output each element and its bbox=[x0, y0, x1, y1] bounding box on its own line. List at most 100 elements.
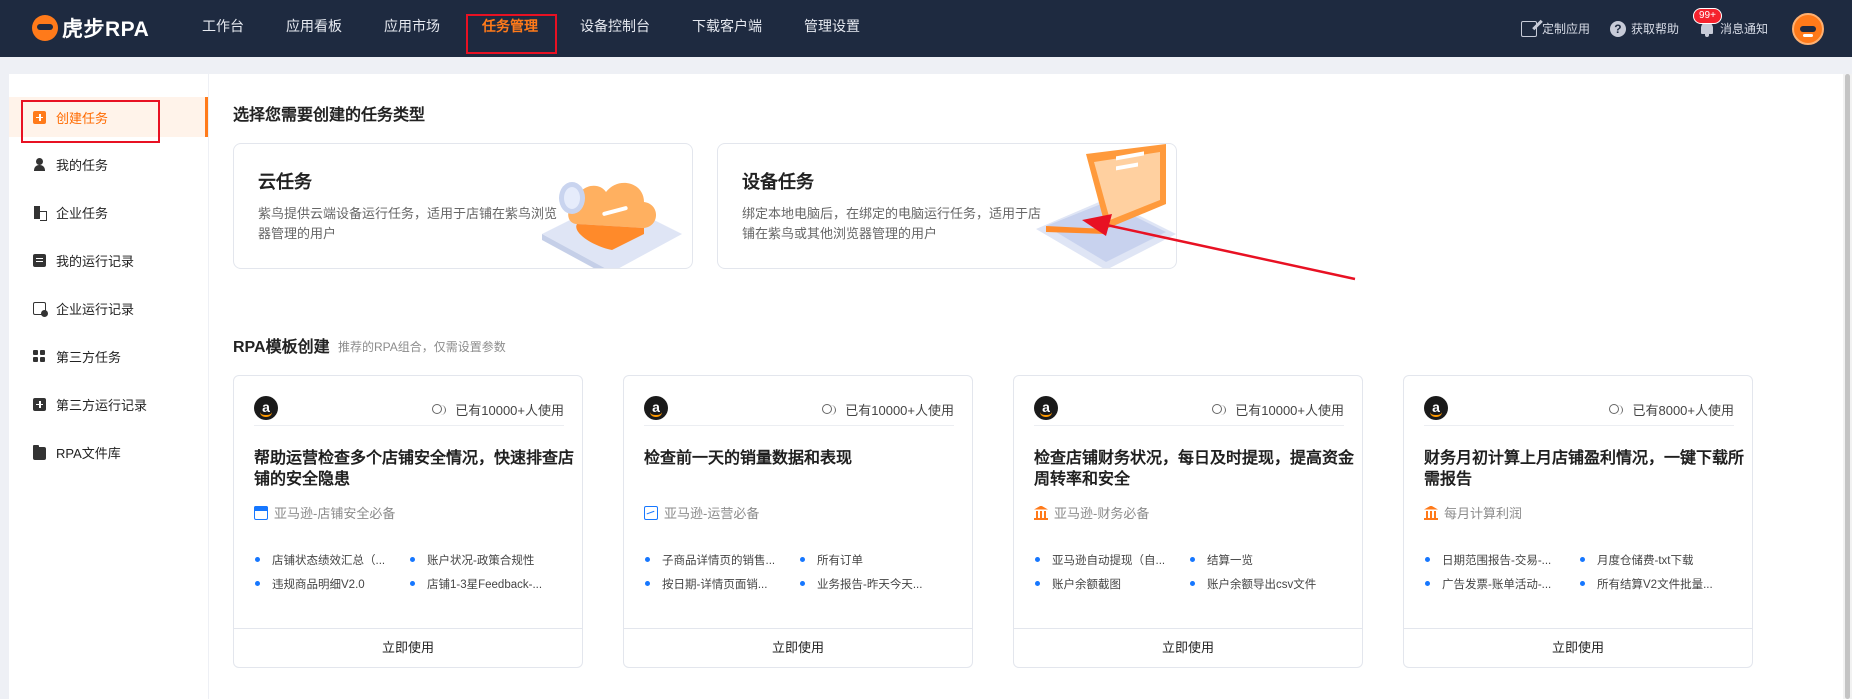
scrollbar[interactable] bbox=[1843, 74, 1852, 699]
sidebar-item-my-tasks[interactable]: 我的任务 bbox=[9, 144, 208, 184]
usage-count: 已有10000+人使用 bbox=[822, 400, 954, 419]
template-tag-label: 每月计算利润 bbox=[1444, 506, 1523, 521]
list-item: 亚马逊自动提现（自... bbox=[1034, 552, 1189, 568]
template-title: 帮助运营检查多个店铺安全情况，快速排查店铺的安全隐患 bbox=[254, 450, 575, 488]
sidebar-item-enterprise-run-records[interactable]: 企业运行记录 bbox=[9, 288, 208, 328]
feature-list: 日期范围报告-交易-... 月度仓储费-txt下载 广告发票-账单活动-... … bbox=[1424, 552, 1744, 592]
list-item: 按日期-详情页面销... bbox=[644, 576, 799, 592]
card-header: a 已有10000+人使用 bbox=[644, 396, 954, 426]
sidebar-item-label: 第三方任务 bbox=[56, 349, 122, 365]
notifications-link[interactable]: 99+ 消息通知 bbox=[1692, 7, 1768, 37]
custom-app-link[interactable]: 定制应用 bbox=[1520, 20, 1590, 37]
help-icon: ? bbox=[1609, 20, 1626, 37]
logo[interactable]: 虎步RPA bbox=[32, 10, 149, 46]
usage-count-label: 已有10000+人使用 bbox=[1235, 403, 1344, 418]
avatar[interactable] bbox=[1792, 12, 1824, 45]
amazon-logo-icon: a bbox=[1034, 396, 1058, 420]
sidebar-item-rpa-file-library[interactable]: RPA文件库 bbox=[9, 432, 208, 472]
list-item: 店铺1-3星Feedback-... bbox=[409, 576, 564, 592]
list-item: 月度仓储费-txt下载 bbox=[1579, 552, 1734, 568]
plus-square-icon bbox=[33, 110, 46, 124]
card-header: a 已有10000+人使用 bbox=[1034, 396, 1344, 426]
building-icon bbox=[33, 205, 47, 221]
list-item: 账户余额导出csv文件 bbox=[1189, 576, 1344, 592]
template-card[interactable]: a 已有10000+人使用 检查店铺财务状况，每日及时提现，提高资金周转率和安全… bbox=[1013, 375, 1363, 668]
use-now-button[interactable]: 立即使用 bbox=[1014, 628, 1362, 667]
sidebar-item-label: RPA文件库 bbox=[56, 445, 121, 461]
nav-app-dashboard[interactable]: 应用看板 bbox=[268, 0, 360, 57]
top-nav-bar: 虎步RPA 工作台 应用看板 应用市场 任务管理 设备控制台 下载客户端 管理设… bbox=[0, 0, 1852, 57]
card-description: 绑定本地电脑后，在绑定的电脑运行任务，适用于店铺在紫鸟或其他浏览器管理的用户 bbox=[742, 206, 1042, 241]
grid-icon bbox=[33, 349, 46, 363]
users-icon bbox=[1212, 403, 1227, 416]
user-icon bbox=[33, 157, 46, 171]
highlight-box bbox=[466, 14, 557, 54]
template-tag: 每月计算利润 bbox=[1424, 503, 1522, 522]
template-heading: RPA模板创建 bbox=[233, 339, 330, 356]
nav-admin-settings[interactable]: 管理设置 bbox=[786, 0, 878, 57]
bank-icon bbox=[1424, 506, 1438, 520]
template-title: 检查前一天的销量数据和表现 bbox=[644, 450, 853, 467]
task-type-heading: 选择您需要创建的任务类型 bbox=[233, 107, 426, 124]
nav-workbench[interactable]: 工作台 bbox=[184, 0, 262, 57]
sidebar-item-label: 企业任务 bbox=[56, 205, 109, 221]
scrollbar-thumb[interactable] bbox=[1845, 74, 1850, 699]
sidebar: 创建任务 我的任务 企业任务 我的运行记录 企业运行记录 第三方任务 第三方运行… bbox=[9, 74, 208, 699]
card-description: 紫鸟提供云端设备运行任务，适用于店铺在紫鸟浏览器管理的用户 bbox=[258, 206, 558, 241]
template-tag-label: 亚马逊-店铺安全必备 bbox=[274, 506, 396, 521]
clipboard-icon bbox=[33, 253, 46, 267]
sidebar-item-label: 第三方运行记录 bbox=[56, 397, 148, 413]
nav-download-client[interactable]: 下载客户端 bbox=[674, 0, 780, 57]
nav-app-market[interactable]: 应用市场 bbox=[366, 0, 458, 57]
plus-box-icon bbox=[33, 397, 46, 411]
notification-badge: 99+ bbox=[1692, 7, 1722, 24]
sidebar-item-label: 创建任务 bbox=[56, 110, 109, 126]
sidebar-item-third-party-run-records[interactable]: 第三方运行记录 bbox=[9, 384, 208, 424]
template-tag: 亚马逊-运营必备 bbox=[644, 503, 759, 522]
folder-icon bbox=[33, 444, 46, 460]
card-title: 设备任务 bbox=[742, 172, 814, 192]
template-tag: 亚马逊-财务必备 bbox=[1034, 503, 1149, 522]
list-item: 结算一览 bbox=[1189, 552, 1344, 568]
help-label: 获取帮助 bbox=[1630, 22, 1679, 36]
usage-count: 已有10000+人使用 bbox=[1212, 400, 1344, 419]
template-tag-label: 亚马逊-财务必备 bbox=[1054, 506, 1150, 521]
usage-count-label: 已有10000+人使用 bbox=[845, 403, 954, 418]
use-now-button[interactable]: 立即使用 bbox=[624, 628, 972, 667]
tiger-logo-icon bbox=[32, 15, 58, 41]
amazon-logo-icon: a bbox=[254, 396, 278, 420]
use-now-button[interactable]: 立即使用 bbox=[1404, 628, 1752, 667]
template-card[interactable]: a 已有10000+人使用 帮助运营检查多个店铺安全情况，快速排查店铺的安全隐患… bbox=[233, 375, 583, 668]
sidebar-item-enterprise-tasks[interactable]: 企业任务 bbox=[9, 192, 208, 232]
edit-icon bbox=[1520, 20, 1537, 37]
nav-device-console[interactable]: 设备控制台 bbox=[562, 0, 668, 57]
template-card[interactable]: a 已有10000+人使用 检查前一天的销量数据和表现 亚马逊-运营必备 子商品… bbox=[623, 375, 973, 668]
list-item: 业务报告-昨天今天... bbox=[799, 576, 954, 592]
usage-count: 已有8000+人使用 bbox=[1609, 400, 1734, 419]
nav-task-management[interactable]: 任务管理 bbox=[464, 0, 557, 57]
cloud-illustration-icon bbox=[542, 182, 682, 268]
use-now-button[interactable]: 立即使用 bbox=[234, 628, 582, 667]
usage-count-label: 已有10000+人使用 bbox=[455, 403, 564, 418]
list-item: 子商品详情页的销售... bbox=[644, 552, 799, 568]
cloud-task-card[interactable]: 云任务 紫鸟提供云端设备运行任务，适用于店铺在紫鸟浏览器管理的用户 bbox=[233, 143, 693, 269]
sidebar-item-third-party-tasks[interactable]: 第三方任务 bbox=[9, 336, 208, 376]
amazon-logo-icon: a bbox=[1424, 396, 1448, 420]
help-link[interactable]: ? 获取帮助 bbox=[1609, 20, 1679, 37]
list-item: 违规商品明细V2.0 bbox=[254, 576, 409, 592]
list-item: 账户状况-政策合规性 bbox=[409, 552, 564, 568]
bell-icon: 99+ bbox=[1692, 7, 1722, 37]
template-title: 财务月初计算上月店铺盈利情况，一键下载所需报告 bbox=[1424, 450, 1745, 488]
usage-count: 已有10000+人使用 bbox=[432, 400, 564, 419]
sidebar-item-create-task[interactable]: 创建任务 bbox=[9, 97, 208, 137]
device-task-card[interactable]: 设备任务 绑定本地电脑后，在绑定的电脑运行任务，适用于店铺在紫鸟或其他浏览器管理… bbox=[717, 143, 1177, 269]
list-item: 店铺状态绩效汇总（... bbox=[254, 552, 409, 568]
notifications-label: 消息通知 bbox=[1719, 22, 1768, 36]
sidebar-item-my-run-records[interactable]: 我的运行记录 bbox=[9, 240, 208, 280]
template-tag-label: 亚马逊-运营必备 bbox=[664, 506, 760, 521]
card-header: a 已有8000+人使用 bbox=[1424, 396, 1734, 426]
users-icon bbox=[432, 403, 447, 416]
template-card[interactable]: a 已有8000+人使用 财务月初计算上月店铺盈利情况，一键下载所需报告 每月计… bbox=[1403, 375, 1753, 668]
list-item: 所有结算V2文件批量... bbox=[1579, 576, 1734, 592]
chart-icon bbox=[644, 505, 658, 520]
